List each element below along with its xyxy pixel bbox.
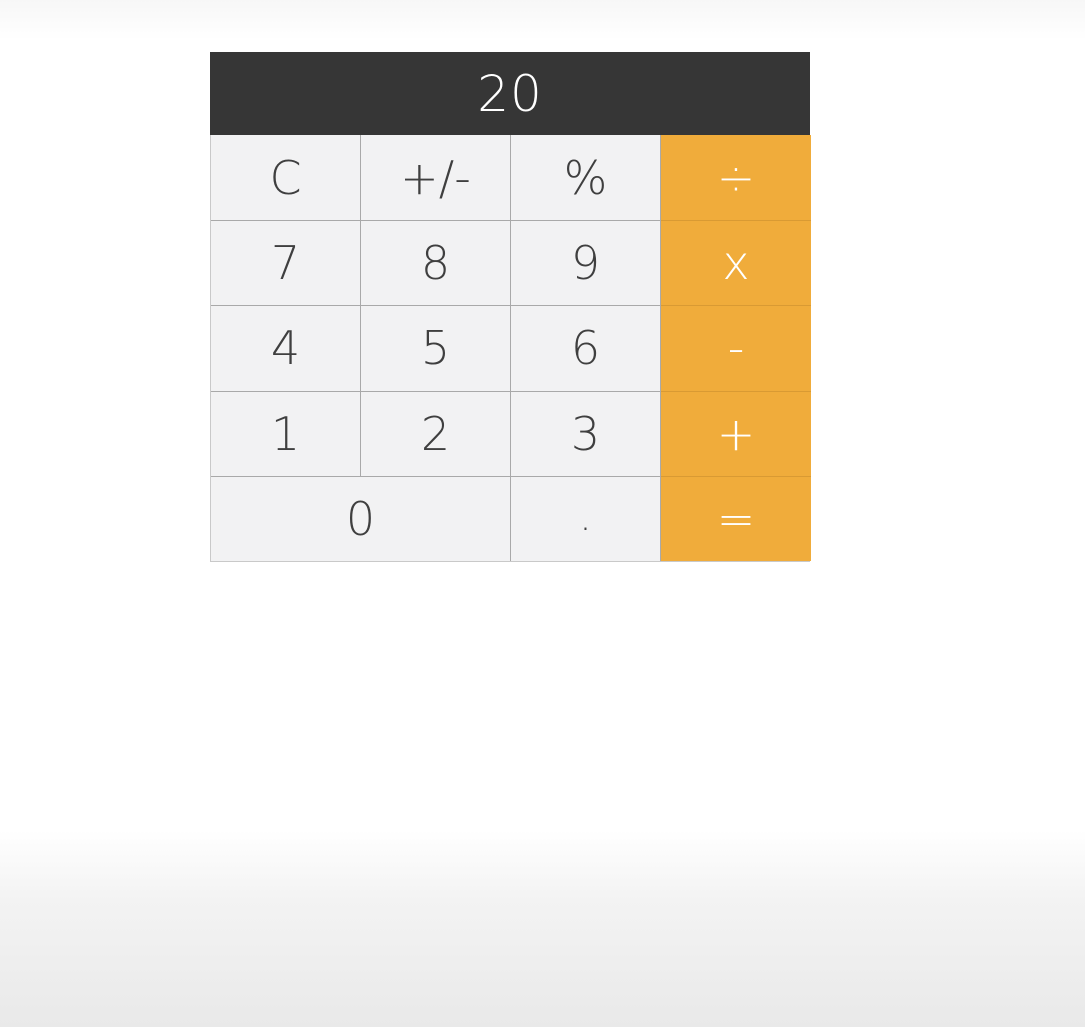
three-button-label: 3	[570, 406, 601, 461]
one-button-label: 1	[270, 406, 301, 461]
nine-button[interactable]: 9	[511, 220, 661, 306]
two-button-label: 2	[420, 406, 451, 461]
four-button[interactable]: 4	[211, 305, 361, 391]
seven-button-label: 7	[270, 236, 301, 291]
clear-button[interactable]: C	[211, 135, 361, 221]
zero-button-label: 0	[345, 491, 376, 546]
one-button[interactable]: 1	[211, 390, 361, 476]
seven-button[interactable]: 7	[211, 220, 361, 306]
three-button[interactable]: 3	[511, 390, 661, 476]
equals-button[interactable]: =	[661, 475, 811, 561]
eight-button[interactable]: 8	[361, 220, 511, 306]
decimal-button[interactable]: .	[511, 475, 661, 561]
percent-button[interactable]: %	[511, 135, 661, 221]
five-button-label: 5	[420, 321, 451, 376]
zero-button[interactable]: 0	[211, 475, 511, 561]
decimal-button-label: .	[579, 493, 592, 540]
clear-button-label: C	[269, 150, 302, 205]
subtract-button-label: -	[727, 321, 745, 376]
add-button-label: +	[716, 406, 756, 461]
four-button-label: 4	[270, 321, 301, 376]
negate-button[interactable]: +/-	[361, 135, 511, 221]
negate-button-label: +/-	[400, 150, 471, 205]
display-value: 20	[477, 64, 543, 123]
six-button[interactable]: 6	[511, 305, 661, 391]
subtract-button[interactable]: -	[661, 305, 811, 391]
divide-button[interactable]: ÷	[661, 135, 811, 221]
keypad: C +/- % ÷ 7 8 9 x 4 5 6 - 1 2 3 + 0 . =	[210, 135, 811, 562]
eight-button-label: 8	[420, 236, 451, 291]
calculator-display: 20	[210, 52, 810, 135]
six-button-label: 6	[570, 321, 601, 376]
add-button[interactable]: +	[661, 390, 811, 476]
multiply-button[interactable]: x	[661, 220, 811, 306]
divide-button-label: ÷	[716, 150, 756, 205]
five-button[interactable]: 5	[361, 305, 511, 391]
calculator: 20 C +/- % ÷ 7 8 9 x 4 5 6 - 1 2 3 + 0 .…	[210, 52, 811, 562]
nine-button-label: 9	[570, 236, 601, 291]
equals-button-label: =	[716, 491, 756, 546]
multiply-button-label: x	[722, 236, 750, 291]
percent-button-label: %	[563, 150, 608, 205]
two-button[interactable]: 2	[361, 390, 511, 476]
